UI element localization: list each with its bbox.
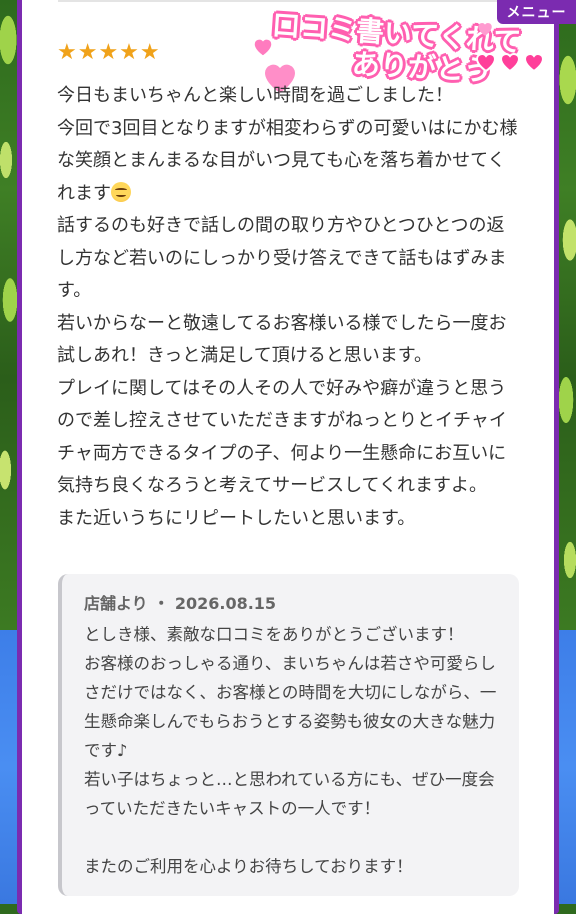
heart-icon (478, 22, 492, 36)
review-paragraph: プレイに関してはその人その人で好みや癖が違うと思うので差し控えさせていただきます… (57, 377, 507, 497)
shop-reply: 店舗より ・ 2026.08.15 としき様、素敵な口コミをありがとうございます… (58, 574, 519, 896)
review-paragraph: 話するのも好きで話しの間の取り方やひとつひとつの返し方など若いのにしっかり受け答… (57, 215, 507, 301)
divider (58, 0, 508, 2)
heart-icon (499, 53, 521, 73)
separator-dot: ・ (153, 594, 175, 613)
review-paragraph: また近いうちにリピートしたいと思います。 (57, 507, 416, 529)
menu-button[interactable]: メニュー (497, 0, 576, 24)
star-rating: ★★★★★ (57, 40, 161, 65)
reply-text: としき様、素敵な口コミをありがとうございます！ お客様のおっしゃる通り、まいちゃ… (84, 620, 509, 881)
heart-icon (475, 53, 497, 73)
reply-line: またのご利用を心よりお待ちしております！ (84, 857, 413, 876)
reply-meta: 店舗より ・ 2026.08.15 (84, 590, 276, 614)
review-paragraph: 若いからなーと敬遠してるお客様いる様でしたら一度お試しあれ！きっと満足して頂ける… (57, 312, 507, 367)
reply-line: 若い子はちょっと…と思われている方にも、ぜひ一度会っていただきたいキャストの一人… (84, 770, 495, 818)
review-text: 今日もまいちゃんと楽しい時間を過ごしました！ 今回で3回目となりますが相変わらず… (57, 80, 519, 535)
review-paragraph: 今回で3回目となりますが相変わらずの可愛いはにかむ様な笑顔とまんまるな目がいつ見… (57, 117, 518, 204)
smiling-face-icon (111, 181, 131, 202)
reply-line: お客様のおっしゃる通り、まいちゃんは若さや可愛らしさだけではなく、お客様との時間… (84, 654, 497, 760)
heart-icon (523, 53, 545, 73)
reply-line (84, 823, 509, 852)
reply-line: としき様、素敵な口コミをありがとうございます！ (84, 625, 464, 644)
reply-source: 店舗より (84, 594, 148, 613)
review-paragraph: 今日もまいちゃんと楽しい時間を過ごしました！ (57, 85, 453, 106)
reply-date: 2026.08.15 (174, 594, 277, 613)
